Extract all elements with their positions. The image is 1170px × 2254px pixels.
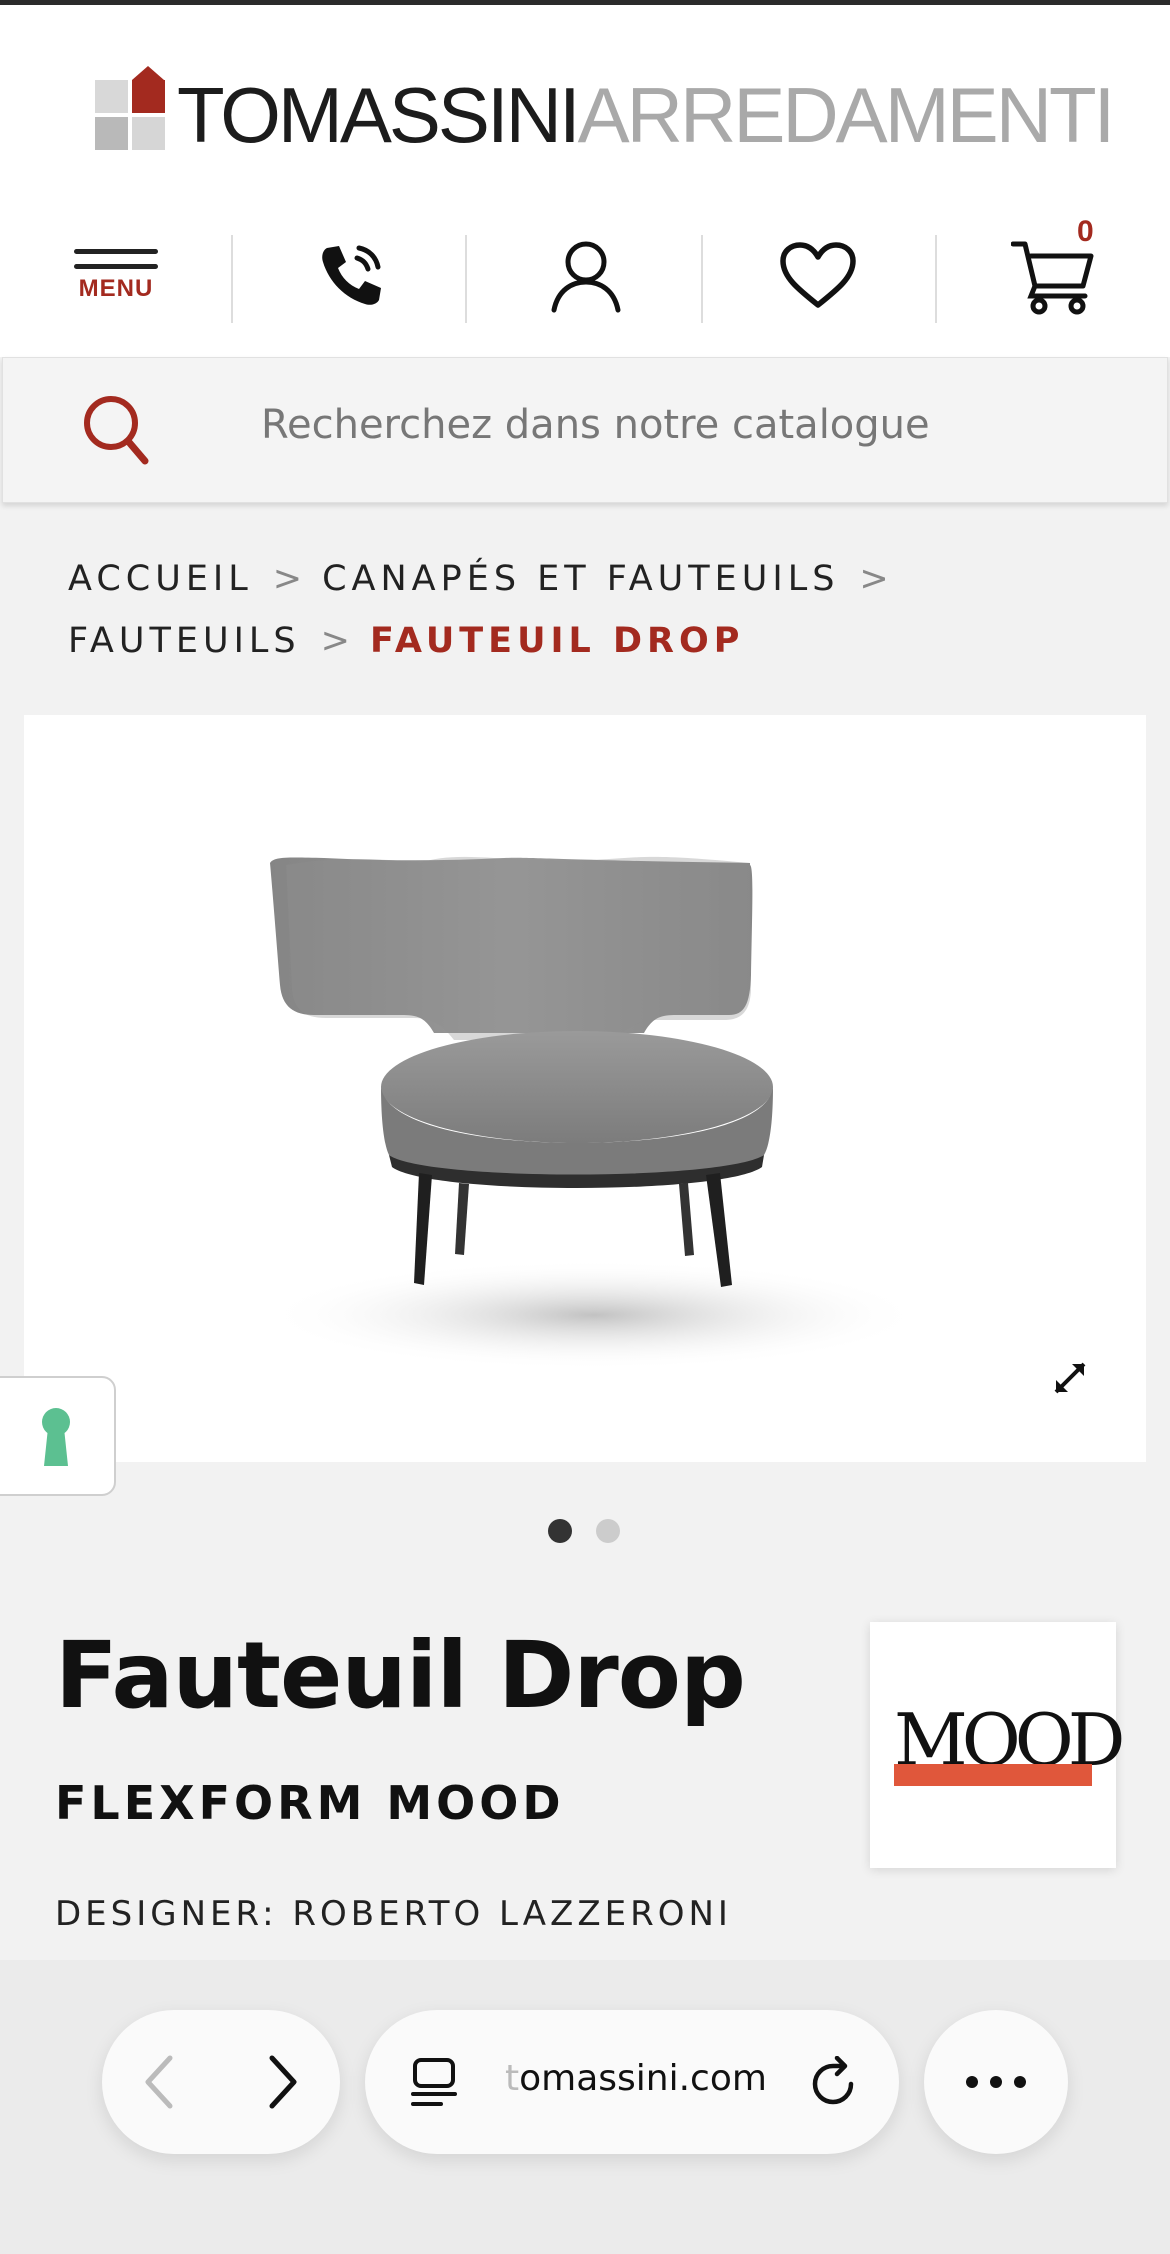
phone-button[interactable] — [235, 227, 467, 325]
brand-logo[interactable]: MOOD — [870, 1622, 1126, 1868]
logo-mark-icon — [95, 66, 165, 150]
divider — [231, 235, 233, 323]
carousel-dots — [548, 1519, 620, 1543]
user-icon — [551, 241, 621, 313]
reload-icon[interactable] — [807, 2056, 861, 2110]
product-designer: DESIGNER: ROBERTO LAZZERONI — [55, 1894, 732, 1934]
product-title: Fauteuil Drop — [55, 1622, 746, 1729]
cart-button[interactable] — [938, 227, 1170, 325]
menu-label: MENU — [78, 275, 154, 302]
divider — [465, 235, 467, 323]
account-button[interactable] — [470, 227, 702, 325]
back-arrow-icon[interactable] — [140, 2054, 180, 2110]
url-text[interactable]: tomassini.com — [505, 2058, 767, 2099]
breadcrumb: ACCUEIL > CANAPÉS ET FAUTEUILS > FAUTEUILS > F… — [68, 548, 1128, 672]
browser-nav-group — [102, 2010, 340, 2154]
breadcrumb-separator: > — [859, 559, 889, 599]
breadcrumb-current: FAUTEUIL DROP — [369, 621, 745, 661]
header-icon-bar: MENU 0 — [0, 215, 1170, 325]
search-bar[interactable]: Recherchez dans notre catalogue — [2, 357, 1168, 503]
url-text-main: omassini.com — [519, 2058, 767, 2099]
search-input[interactable]: Recherchez dans notre catalogue — [261, 402, 930, 448]
logo-text-light: ARREDAMENTI — [577, 71, 1116, 159]
brand-logo-bar — [894, 1764, 1092, 1786]
breadcrumb-item-home[interactable]: ACCUEIL — [68, 559, 253, 599]
site-header: TOMASSINIARREDAMENTI MENU 0 — [0, 5, 1170, 357]
cart-count-badge: 0 — [1077, 215, 1094, 248]
site-logo[interactable]: TOMASSINIARREDAMENTI — [95, 66, 1115, 155]
more-options-button[interactable] — [924, 2010, 1068, 2154]
address-bar[interactable]: tomassini.com — [365, 2010, 899, 2154]
product-brand[interactable]: FLEXFORM MOOD — [55, 1776, 565, 1830]
carousel-dot[interactable] — [596, 1519, 620, 1543]
phone-icon — [322, 245, 381, 305]
more-dots-icon — [966, 2076, 1026, 2088]
url-text-faded: t — [505, 2058, 520, 2099]
tabs-icon[interactable] — [409, 2056, 459, 2110]
browser-toolbar: tomassini.com — [0, 1960, 1170, 2254]
heart-icon — [780, 242, 856, 308]
privacy-button[interactable] — [0, 1376, 116, 1496]
carousel-dot-active[interactable] — [548, 1519, 572, 1543]
logo-text: TOMASSINIARREDAMENTI — [177, 76, 1115, 154]
forward-arrow-icon[interactable] — [262, 2054, 302, 2110]
product-image[interactable] — [24, 715, 1146, 1462]
divider — [935, 235, 937, 323]
armchair-image — [264, 856, 924, 1370]
menu-icon — [74, 249, 158, 254]
keyhole-icon — [42, 1408, 70, 1466]
search-icon[interactable] — [81, 391, 151, 471]
menu-button[interactable]: MENU — [0, 227, 232, 325]
wishlist-button[interactable] — [702, 227, 934, 325]
breadcrumb-item-canapes[interactable]: CANAPÉS ET FAUTEUILS — [322, 559, 839, 599]
breadcrumb-separator: > — [320, 621, 350, 661]
logo-text-dark: TOMASSINI — [177, 71, 581, 159]
expand-icon[interactable] — [1052, 1360, 1088, 1396]
breadcrumb-separator: > — [272, 559, 303, 599]
breadcrumb-item-fauteuils[interactable]: FAUTEUILS — [68, 621, 301, 661]
